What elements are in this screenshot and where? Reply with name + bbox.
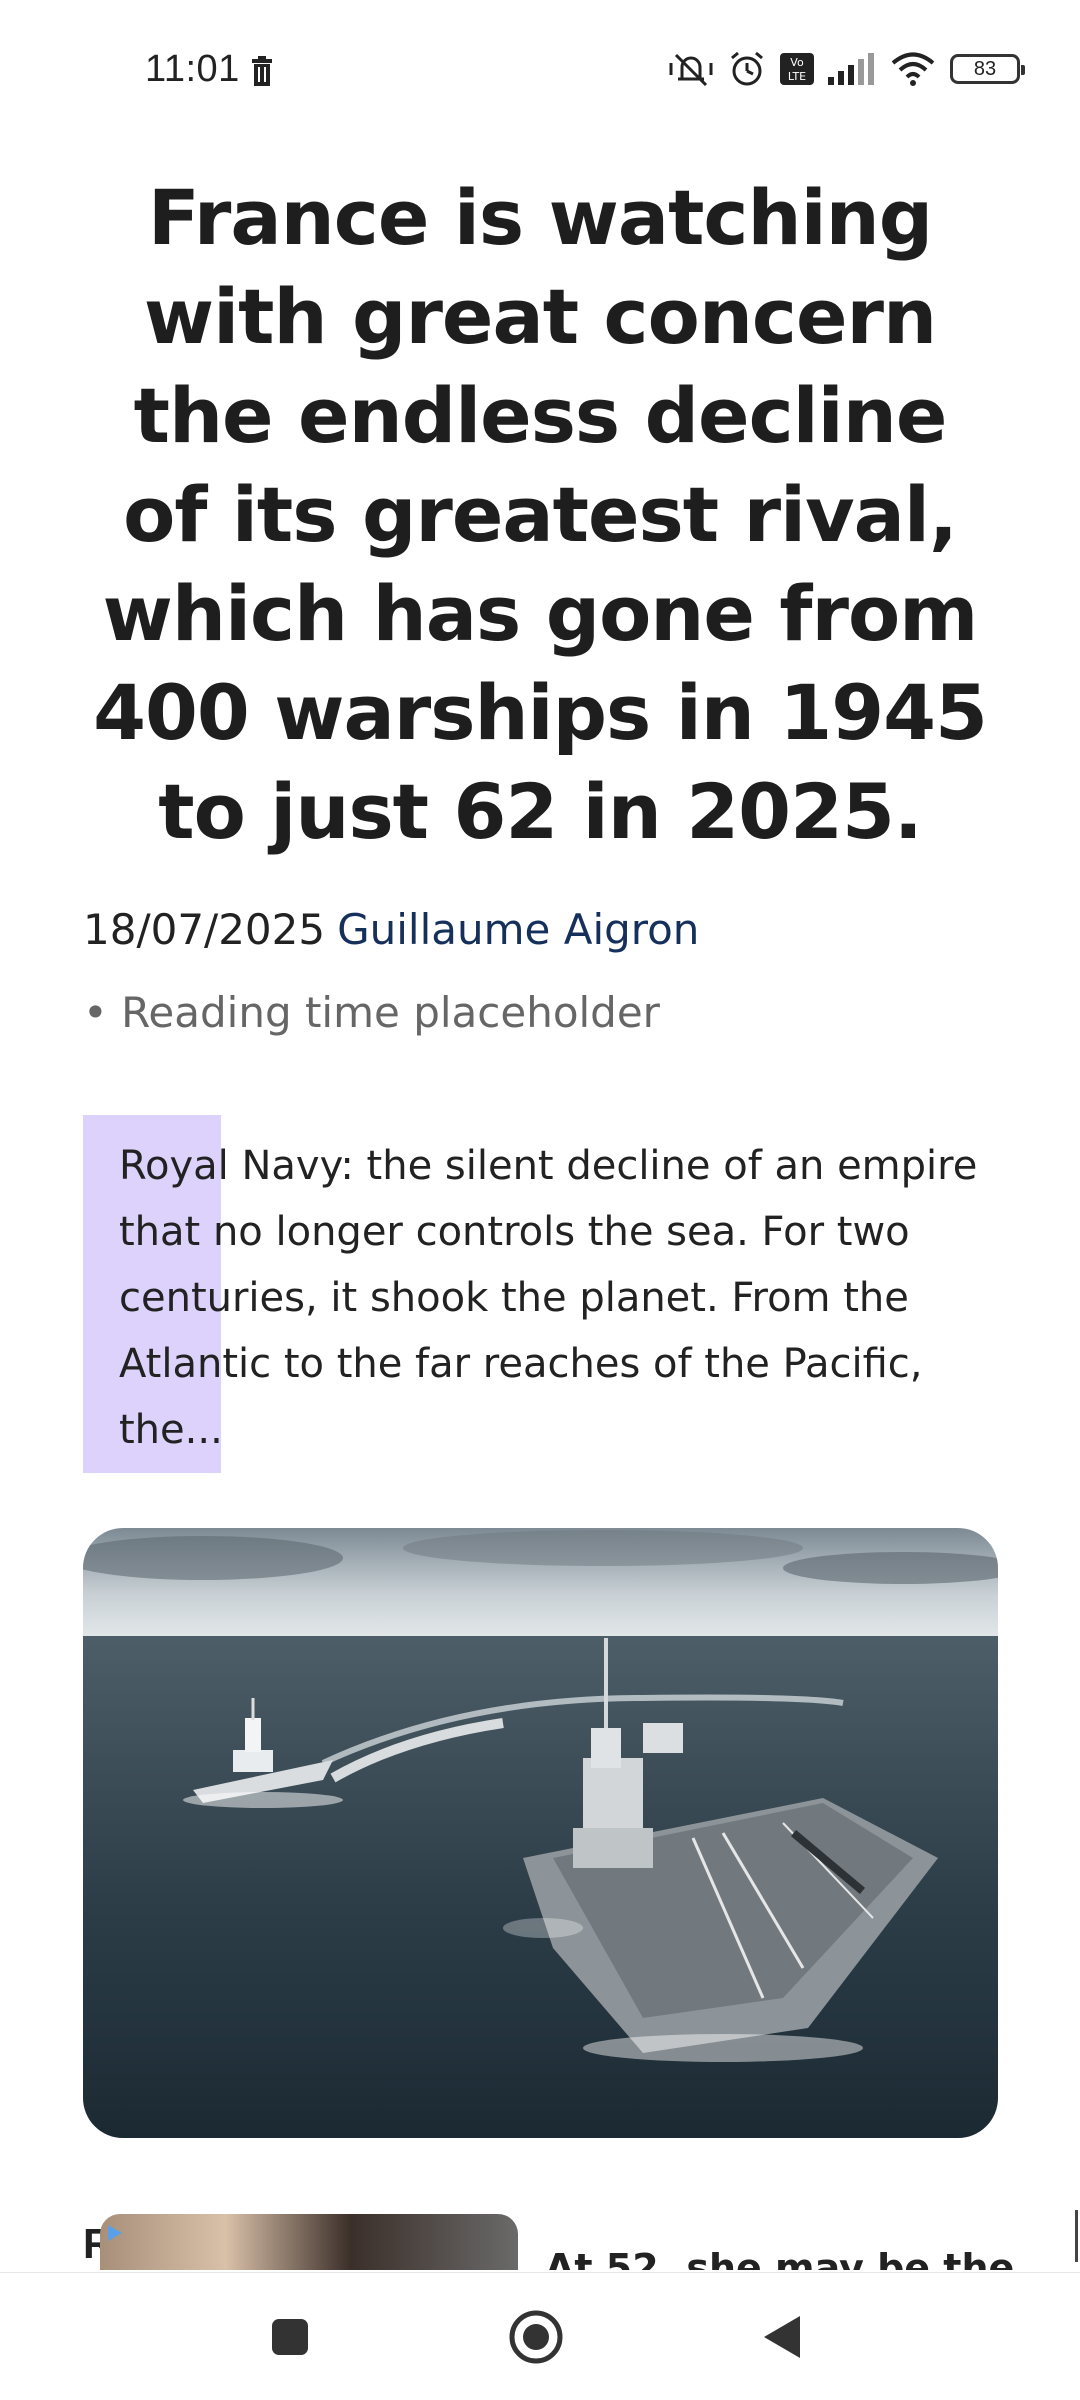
related-thumbnail	[100, 2214, 518, 2270]
status-bar: 11:01 Vo LTE 83	[0, 0, 1080, 140]
article-meta: 18/07/2025 Guillaume Aigron	[83, 905, 699, 954]
back-icon	[764, 2316, 800, 2358]
svg-text:LTE: LTE	[788, 70, 806, 83]
headline-line: of its greatest rival,	[123, 470, 958, 559]
recent-apps-icon	[272, 2319, 308, 2355]
alarm-icon	[731, 51, 763, 86]
article-headline: France is watching with great concern th…	[80, 168, 1000, 861]
headline-line: to just 62 in 2025.	[158, 767, 922, 856]
related-title: At 52, she may be the	[545, 2246, 1015, 2270]
author-link[interactable]: Guillaume Aigron	[337, 905, 699, 954]
trash-icon	[252, 56, 272, 86]
volte-icon: Vo LTE	[780, 53, 814, 85]
adchoices-icon[interactable]	[104, 2222, 126, 2244]
svg-text:Vo: Vo	[790, 56, 804, 69]
hero-image[interactable]	[83, 1528, 998, 2138]
reading-time: • Reading time placeholder	[83, 988, 660, 1037]
battery-level: 83	[973, 57, 997, 80]
signal-icon	[828, 53, 874, 85]
article-excerpt: Royal Navy: the silent decline of an emp…	[119, 1143, 978, 1453]
home-button[interactable]	[506, 2307, 566, 2367]
headline-line: France is watching	[147, 173, 933, 262]
status-icons: Vo LTE 83	[668, 46, 1025, 92]
scrollbar[interactable]	[1075, 2210, 1078, 2262]
mute-vibrate-icon	[669, 53, 713, 87]
warships-photo	[83, 1528, 998, 2138]
headline-line: the endless decline	[133, 371, 948, 460]
back-button[interactable]	[752, 2307, 812, 2367]
article-excerpt-block: Royal Navy: the silent decline of an emp…	[83, 1115, 1003, 1473]
headline-line: with great concern	[143, 272, 937, 361]
related-article-teaser[interactable]: R At 52, she may be the	[0, 2200, 1080, 2270]
home-icon	[509, 2310, 563, 2364]
status-time: 11:01	[145, 48, 240, 90]
article-date: 18/07/2025	[83, 905, 326, 954]
headline-line: which has gone from	[102, 569, 979, 658]
wifi-icon	[891, 52, 935, 86]
recent-apps-button[interactable]	[260, 2307, 320, 2367]
headline-line: 400 warships in 1945	[93, 668, 988, 757]
system-nav-bar	[0, 2272, 1080, 2400]
battery-icon: 83	[950, 54, 1025, 84]
